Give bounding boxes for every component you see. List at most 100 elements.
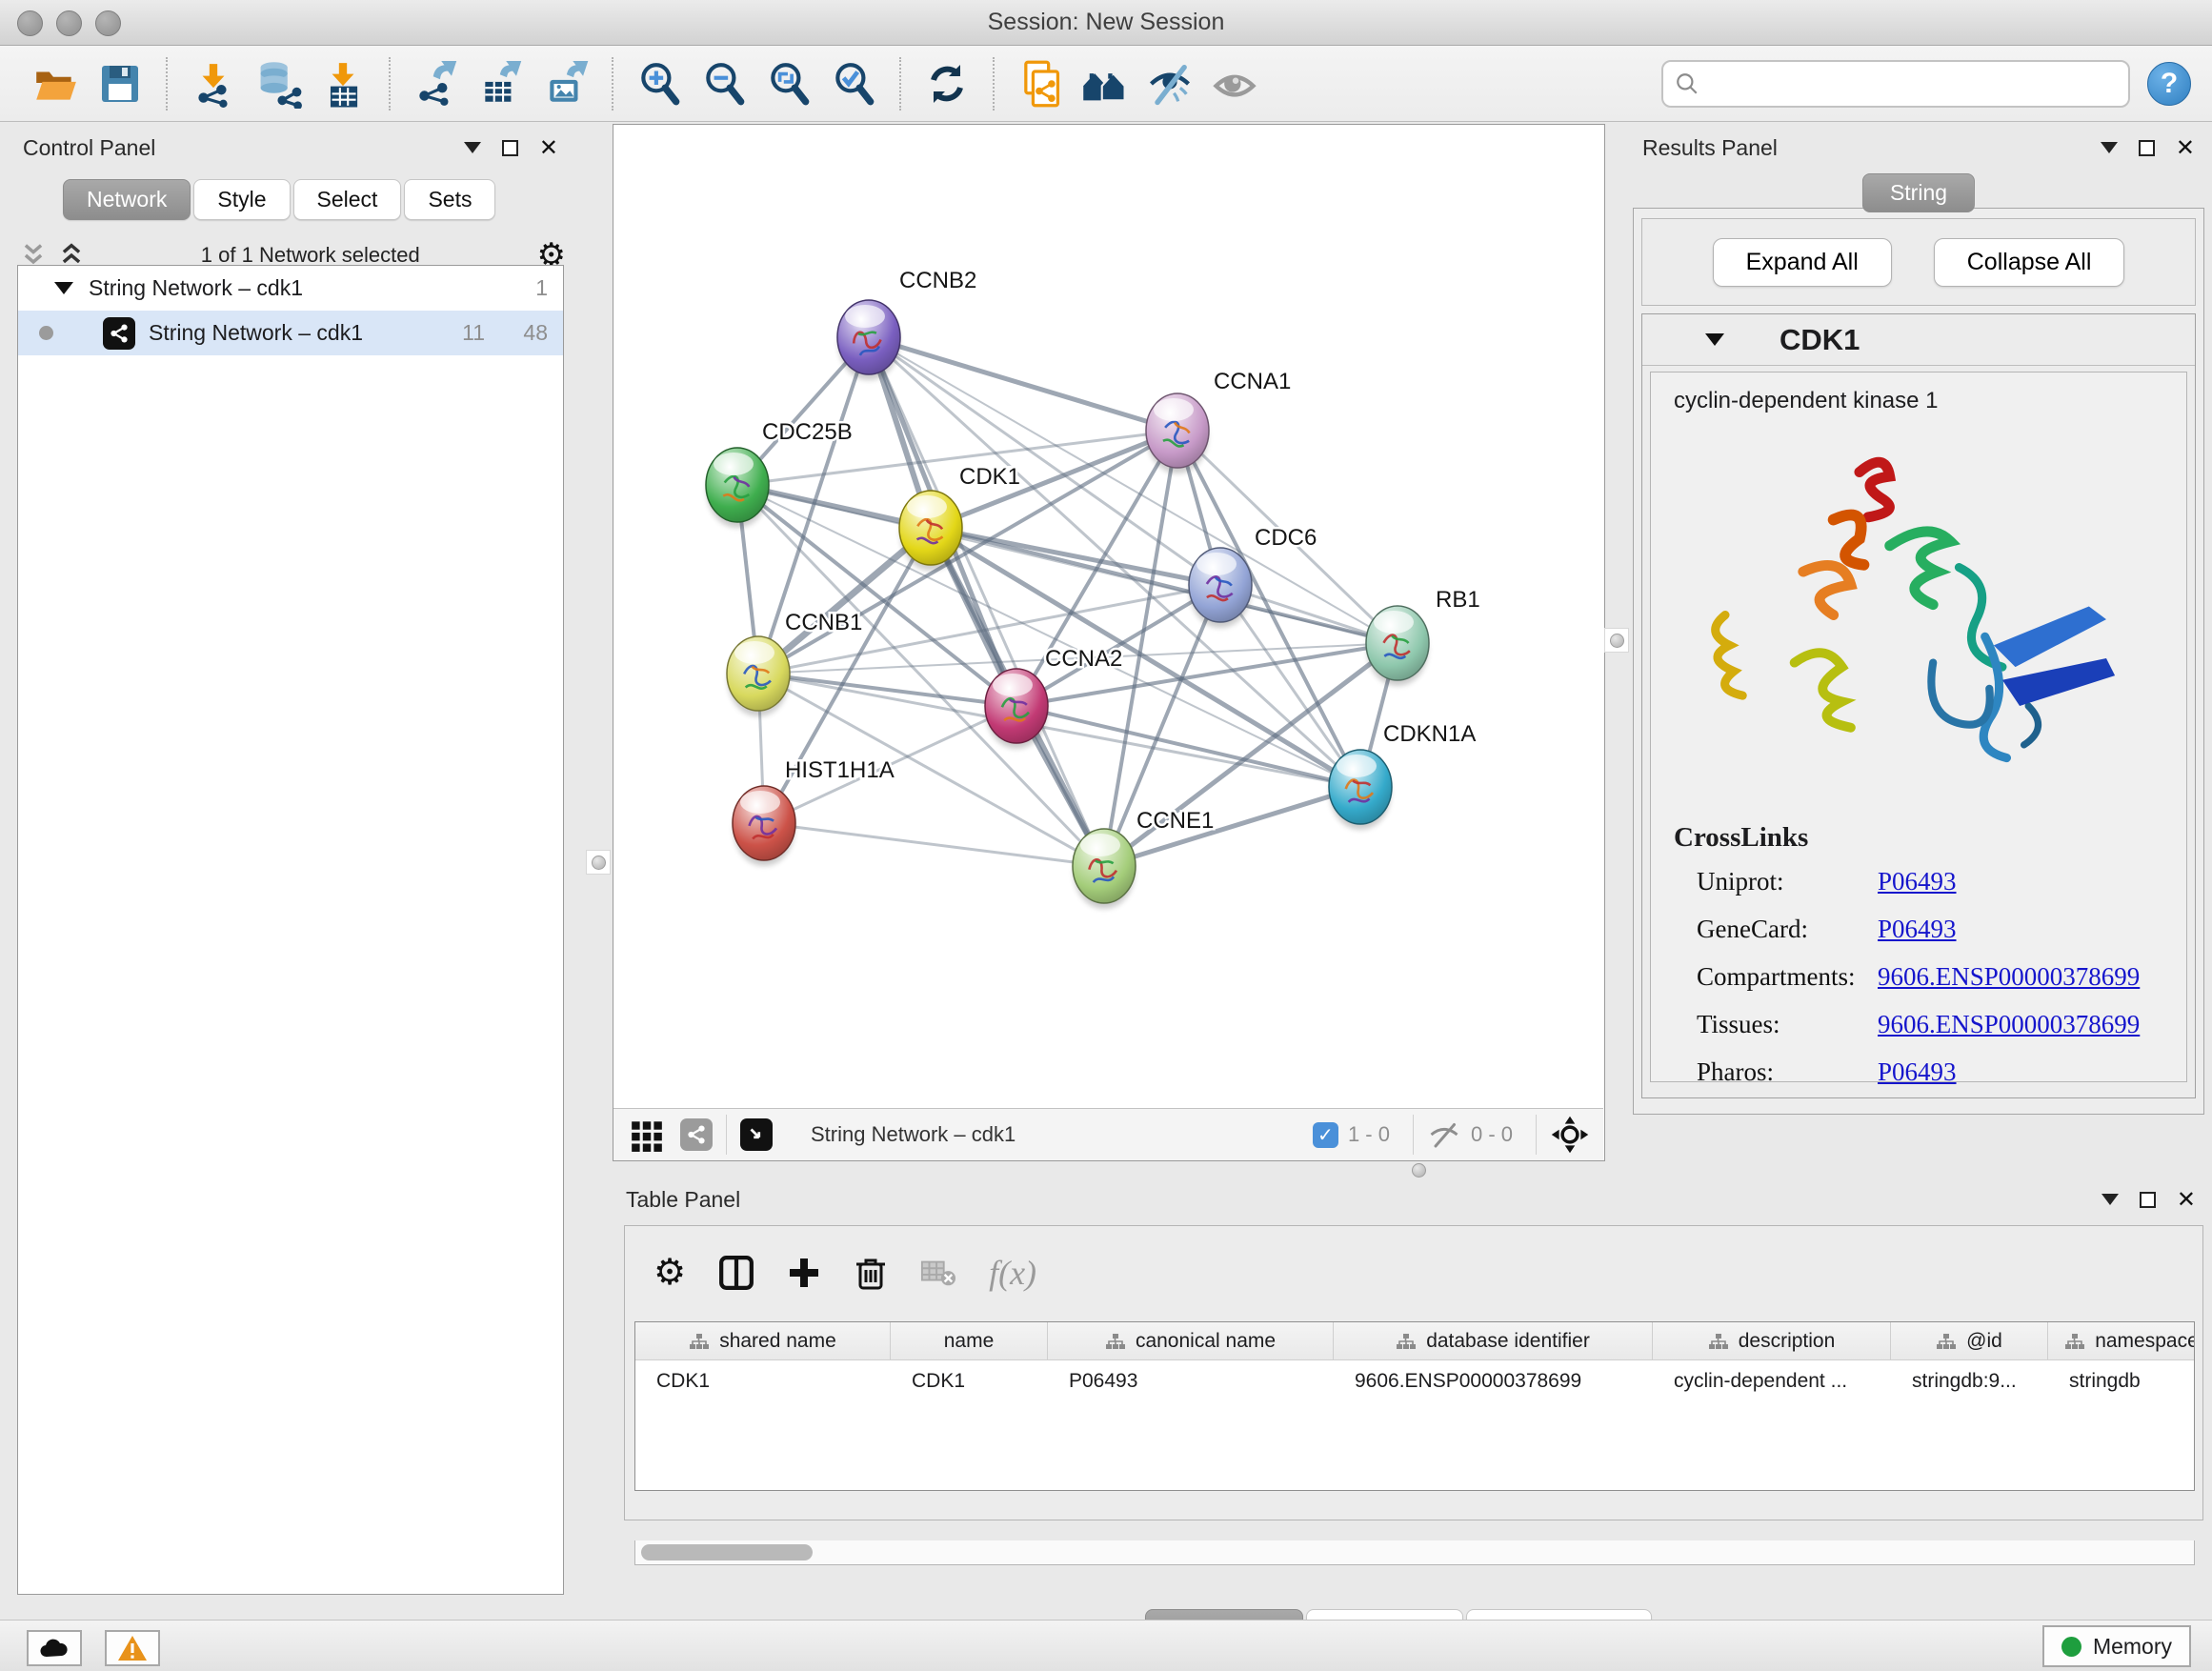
right-divider-handle[interactable] xyxy=(1604,628,1629,653)
network-edge-count: 48 xyxy=(523,320,548,345)
export-image-button[interactable] xyxy=(538,56,593,111)
network-row[interactable]: String Network – cdk1 11 48 xyxy=(18,311,563,355)
export-network-button[interactable] xyxy=(409,56,464,111)
node-label: CDKN1A xyxy=(1383,721,1476,747)
grid-view-icon[interactable] xyxy=(629,1117,665,1153)
network-node-HIST1H1A[interactable] xyxy=(733,786,795,866)
protein-expander-icon[interactable] xyxy=(1705,333,1724,346)
warning-icon xyxy=(117,1635,148,1661)
network-node-CCNB1[interactable] xyxy=(727,636,790,716)
save-session-button[interactable] xyxy=(92,56,148,111)
protein-card-header[interactable]: CDK1 xyxy=(1642,314,2195,366)
network-node-CDK1[interactable] xyxy=(899,491,962,571)
network-edge[interactable] xyxy=(764,823,1104,866)
column-header-shared-name[interactable]: shared name xyxy=(635,1322,891,1359)
first-neighbors-button[interactable] xyxy=(1077,56,1133,111)
birds-eye-toggle-icon[interactable] xyxy=(1550,1115,1590,1155)
panel-float-icon[interactable] xyxy=(2140,1192,2156,1208)
export-table-button[interactable] xyxy=(473,56,529,111)
crosslink-link[interactable]: P06493 xyxy=(1878,915,1957,944)
expand-all-button[interactable]: Expand All xyxy=(1713,238,1892,287)
cloud-status-button[interactable] xyxy=(27,1630,82,1666)
tab-sets[interactable]: Sets xyxy=(404,179,495,220)
network-node-CCNA2[interactable] xyxy=(985,669,1048,749)
hidden-eye-slash-icon[interactable] xyxy=(1427,1120,1461,1149)
show-columns-icon[interactable] xyxy=(718,1255,754,1291)
network-edge[interactable] xyxy=(1016,706,1360,787)
network-icon xyxy=(103,317,135,350)
crosslink-link[interactable]: 9606.ENSP00000378699 xyxy=(1878,962,2140,992)
bottom-divider-handle[interactable] xyxy=(1408,1163,1429,1177)
import-network-file-button[interactable] xyxy=(186,56,241,111)
network-node-CDC25B[interactable] xyxy=(706,448,769,528)
network-node-CCNB2[interactable] xyxy=(837,300,900,380)
tab-select[interactable]: Select xyxy=(293,179,402,220)
warnings-button[interactable] xyxy=(105,1630,160,1666)
table-row[interactable]: CDK1CDK1P064939606.ENSP00000378699cyclin… xyxy=(635,1360,2194,1402)
table-horizontal-scrollbar[interactable] xyxy=(634,1540,2195,1565)
search-input[interactable] xyxy=(1709,71,2117,96)
show-all-button[interactable] xyxy=(1207,56,1262,111)
column-header-label: database identifier xyxy=(1426,1330,1590,1353)
left-divider-handle[interactable] xyxy=(586,850,611,875)
apply-layout-button[interactable] xyxy=(919,56,975,111)
panel-menu-icon[interactable] xyxy=(2101,1194,2119,1205)
hide-selected-button[interactable] xyxy=(1142,56,1197,111)
crosslink-link[interactable]: P06493 xyxy=(1878,867,1957,896)
column-header--id[interactable]: @id xyxy=(1891,1322,2048,1359)
network-node-CDKN1A[interactable] xyxy=(1329,750,1392,830)
selected-checkbox-icon[interactable]: ✓ xyxy=(1313,1122,1338,1148)
column-header-database-identifier[interactable]: database identifier xyxy=(1334,1322,1653,1359)
column-header-namespace[interactable]: namespace xyxy=(2048,1322,2195,1359)
crosslink-link[interactable]: P06493 xyxy=(1878,1057,1957,1087)
collapse-all-button[interactable]: Collapse All xyxy=(1934,238,2125,287)
tab-style[interactable]: Style xyxy=(193,179,290,220)
memory-button[interactable]: Memory xyxy=(2042,1625,2191,1667)
table-options-gear-icon[interactable]: ⚙ xyxy=(654,1258,686,1287)
network-edge[interactable] xyxy=(869,337,1398,643)
collection-expander-icon[interactable] xyxy=(54,282,73,294)
network-collection-row[interactable]: String Network – cdk1 1 xyxy=(18,266,563,311)
crosslink-link[interactable]: 9606.ENSP00000378699 xyxy=(1878,1010,2140,1039)
column-header-canonical-name[interactable]: canonical name xyxy=(1048,1322,1334,1359)
network-node-RB1[interactable] xyxy=(1366,606,1429,686)
function-builder-button[interactable]: f(x) xyxy=(989,1253,1036,1293)
column-header-label: @id xyxy=(1966,1330,2002,1353)
graphics-details-button[interactable] xyxy=(740,1118,773,1151)
panel-float-icon[interactable] xyxy=(2139,140,2155,156)
import-network-database-button[interactable] xyxy=(251,56,306,111)
panel-menu-icon[interactable] xyxy=(2101,142,2118,153)
panel-float-icon[interactable] xyxy=(502,140,518,156)
network-view-icon[interactable] xyxy=(680,1118,713,1151)
duplicate-network-button[interactable] xyxy=(1013,56,1068,111)
zoom-in-button[interactable] xyxy=(632,56,687,111)
network-edge[interactable] xyxy=(758,674,1016,706)
network-edge[interactable] xyxy=(869,337,1104,866)
scrollbar-thumb[interactable] xyxy=(641,1544,813,1560)
tab-network[interactable]: Network xyxy=(63,179,191,220)
network-canvas[interactable]: CCNB2CCNA1CDC25BCDK1CDC6RB1CCNB1CCNA2CDK… xyxy=(613,125,1603,1107)
column-header-description[interactable]: description xyxy=(1653,1322,1891,1359)
panel-menu-icon[interactable] xyxy=(464,142,481,153)
zoom-fit-button[interactable] xyxy=(761,56,816,111)
memory-label: Memory xyxy=(2093,1634,2172,1660)
delete-column-trash-icon[interactable] xyxy=(854,1255,888,1291)
panel-close-icon[interactable]: ✕ xyxy=(539,140,558,156)
duplicate-network-icon xyxy=(1016,59,1065,109)
zoom-selected-button[interactable] xyxy=(826,56,881,111)
zoom-out-button[interactable] xyxy=(696,56,752,111)
crosslink-label: Compartments: xyxy=(1697,962,1878,992)
column-header-name[interactable]: name xyxy=(891,1322,1048,1359)
network-edge[interactable] xyxy=(869,337,1177,431)
search-icon xyxy=(1675,71,1699,96)
tab-string[interactable]: String xyxy=(1862,173,1975,212)
import-table-button[interactable] xyxy=(315,56,371,111)
open-session-button[interactable] xyxy=(28,56,83,111)
network-node-CCNE1[interactable] xyxy=(1073,829,1136,909)
network-node-CDC6[interactable] xyxy=(1189,548,1252,628)
help-button[interactable]: ? xyxy=(2147,62,2191,106)
panel-close-icon[interactable]: ✕ xyxy=(2177,1192,2196,1208)
network-node-CCNA1[interactable] xyxy=(1146,393,1209,473)
create-column-plus-icon[interactable] xyxy=(787,1256,821,1290)
panel-close-icon[interactable]: ✕ xyxy=(2176,140,2195,156)
